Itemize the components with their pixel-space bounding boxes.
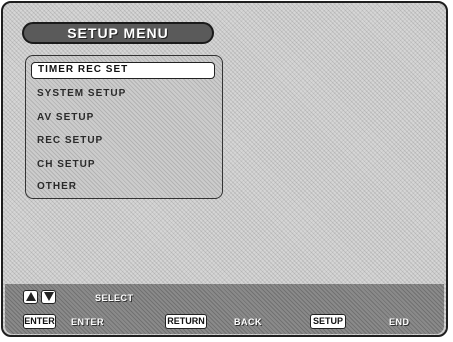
menu-title: SETUP MENU bbox=[22, 22, 214, 44]
end-label: END bbox=[389, 317, 410, 327]
setup-key[interactable]: SETUP bbox=[310, 314, 346, 329]
enter-label: ENTER bbox=[71, 317, 105, 327]
button-guide-bar: SELECT ENTER ENTER RETURN BACK SETUP END bbox=[5, 284, 444, 334]
menu-item-system-setup[interactable]: SYSTEM SETUP bbox=[31, 85, 215, 102]
up-arrow-key[interactable] bbox=[23, 290, 38, 304]
return-key[interactable]: RETURN bbox=[165, 314, 207, 329]
menu-item-timer-rec-set[interactable]: TIMER REC SET bbox=[31, 62, 215, 79]
setup-menu-list: TIMER REC SET SYSTEM SETUP AV SETUP REC … bbox=[25, 55, 223, 199]
up-arrow-icon bbox=[25, 292, 36, 301]
menu-item-other[interactable]: OTHER bbox=[31, 178, 215, 195]
menu-item-av-setup[interactable]: AV SETUP bbox=[31, 109, 215, 126]
select-label: SELECT bbox=[95, 293, 134, 303]
menu-item-rec-setup[interactable]: REC SETUP bbox=[31, 132, 215, 149]
down-arrow-key[interactable] bbox=[41, 290, 56, 304]
menu-item-ch-setup[interactable]: CH SETUP bbox=[31, 156, 215, 173]
osd-screen: SETUP MENU TIMER REC SET SYSTEM SETUP AV… bbox=[1, 1, 448, 337]
down-arrow-icon bbox=[43, 292, 54, 301]
enter-key[interactable]: ENTER bbox=[23, 314, 56, 329]
back-label: BACK bbox=[234, 317, 262, 327]
